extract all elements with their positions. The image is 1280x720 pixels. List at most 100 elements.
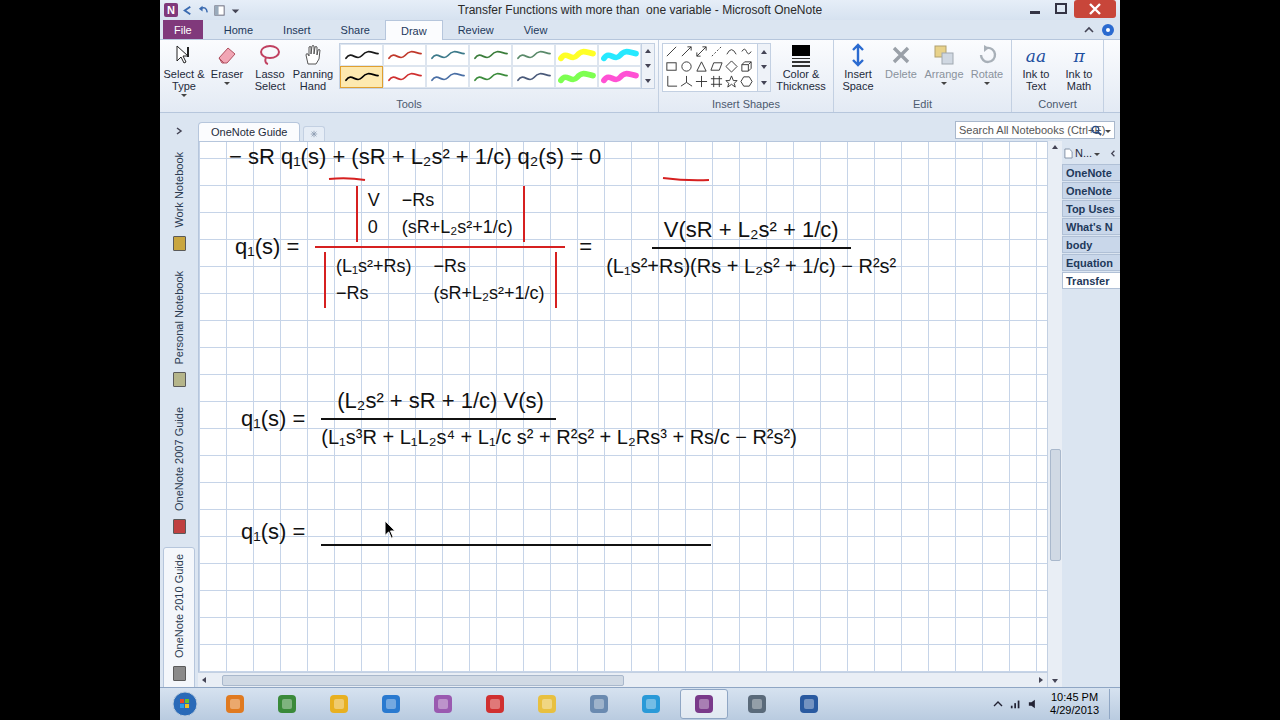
shape-icon[interactable] <box>725 75 738 88</box>
page-tab[interactable]: Equation <box>1062 254 1120 271</box>
pen-swatch[interactable] <box>426 66 469 88</box>
page-tab[interactable]: OneNote <box>1062 182 1120 199</box>
taskbar-app[interactable] <box>316 690 362 718</box>
scroll-down-arrow[interactable] <box>1052 679 1058 683</box>
shape-icon[interactable] <box>710 45 723 58</box>
gallery-scroll[interactable] <box>757 44 770 91</box>
collapse-ribbon-icon[interactable] <box>1082 23 1096 37</box>
convert-button[interactable]: π Ink to Math <box>1058 43 1100 92</box>
edit-button[interactable]: Rotate <box>966 43 1008 85</box>
ribbon-tab[interactable]: File <box>163 20 203 39</box>
show-desktop-button[interactable] <box>1109 689 1120 719</box>
taskbar-app[interactable] <box>264 690 310 718</box>
highlighter-swatch[interactable] <box>598 44 641 66</box>
shape-icon[interactable] <box>725 45 738 58</box>
help-icon[interactable] <box>1101 23 1115 37</box>
shape-icon[interactable] <box>680 60 693 73</box>
highlighter-swatch[interactable] <box>555 44 598 66</box>
close-icon[interactable] <box>1074 0 1116 18</box>
scroll-right-arrow[interactable] <box>1039 677 1043 683</box>
shape-icon[interactable] <box>665 75 678 88</box>
scroll-thumb[interactable] <box>222 675 624 686</box>
pen-swatch[interactable] <box>469 66 512 88</box>
tray-expand-icon[interactable] <box>992 698 1004 710</box>
shape-icon[interactable] <box>665 45 678 58</box>
tool-button[interactable]: Panning Hand <box>292 43 334 92</box>
customize-icon[interactable] <box>229 4 242 17</box>
taskbar-app[interactable] <box>734 690 780 718</box>
gallery-scroll[interactable] <box>641 44 654 88</box>
highlighter-swatch[interactable] <box>555 66 598 88</box>
expand-navigation-icon[interactable] <box>174 126 184 136</box>
shape-icon[interactable] <box>680 45 693 58</box>
pen-swatch[interactable] <box>383 66 426 88</box>
taskbar-app[interactable] <box>472 690 518 718</box>
shape-icon[interactable] <box>680 75 693 88</box>
start-button-icon[interactable] <box>172 691 198 717</box>
minimize-icon[interactable] <box>1022 0 1048 18</box>
shape-icon[interactable] <box>710 75 723 88</box>
ribbon-tab[interactable]: Insert <box>268 20 326 39</box>
pen-swatch[interactable] <box>340 44 383 66</box>
vertical-scrollbar[interactable] <box>1047 141 1062 687</box>
shape-icon[interactable] <box>740 75 753 88</box>
pen-swatch[interactable] <box>512 44 555 66</box>
taskbar-app[interactable] <box>786 690 832 718</box>
taskbar-app[interactable] <box>368 690 414 718</box>
tool-button[interactable]: Lasso Select <box>249 43 291 92</box>
page-tab[interactable]: Top Uses <box>1062 200 1120 217</box>
search-box[interactable]: Search All Notebooks (Ctrl+E) <box>955 121 1115 139</box>
shape-icon[interactable] <box>740 45 753 58</box>
section-tab[interactable]: OneNote Guide <box>198 122 300 141</box>
page-tab[interactable]: Transfer <box>1062 272 1120 289</box>
pen-swatch[interactable] <box>512 66 555 88</box>
scroll-left-arrow[interactable] <box>202 677 206 683</box>
ribbon-tab[interactable]: Share <box>326 20 385 39</box>
page-tab[interactable]: OneNote <box>1062 164 1120 181</box>
convert-button[interactable]: aa Ink to Text <box>1015 43 1057 92</box>
dropdown-caret[interactable] <box>224 82 230 85</box>
ribbon-tab[interactable]: Draw <box>385 20 443 40</box>
edit-button[interactable]: Arrange <box>923 43 965 85</box>
shape-icon[interactable] <box>710 60 723 73</box>
pen-swatch[interactable] <box>426 44 469 66</box>
pen-swatch[interactable] <box>340 66 383 88</box>
maximize-icon[interactable] <box>1048 0 1074 18</box>
clock[interactable]: 10:45 PM 4/29/2013 <box>1046 691 1103 717</box>
shape-icon[interactable] <box>725 60 738 73</box>
app-logo[interactable]: N <box>164 3 178 17</box>
search-scope-caret[interactable] <box>1105 130 1111 133</box>
back-icon[interactable] <box>181 4 194 17</box>
tool-button[interactable]: Select & Type <box>163 43 205 97</box>
taskbar-app[interactable] <box>524 690 570 718</box>
taskbar-app[interactable] <box>212 690 258 718</box>
scroll-up-arrow[interactable] <box>1052 145 1058 149</box>
collapse-page-tabs-icon[interactable] <box>1109 149 1118 158</box>
scroll-thumb[interactable] <box>1050 449 1061 561</box>
shape-icon[interactable] <box>695 45 708 58</box>
ribbon-tab[interactable]: Review <box>443 20 509 39</box>
pen-swatch[interactable] <box>383 44 426 66</box>
dock-icon[interactable] <box>213 4 226 17</box>
new-section-tab[interactable] <box>303 126 325 141</box>
notebook-item[interactable]: OneNote 2007 Guide <box>163 400 195 547</box>
tool-button[interactable]: Eraser <box>206 43 248 85</box>
volume-icon[interactable] <box>1028 698 1040 710</box>
ribbon-tab[interactable]: Home <box>209 20 268 39</box>
taskbar-app[interactable] <box>628 690 674 718</box>
undo-icon[interactable] <box>197 4 210 17</box>
pen-swatch[interactable] <box>469 44 512 66</box>
edit-button[interactable]: Delete <box>880 43 922 80</box>
taskbar-app[interactable] <box>420 690 466 718</box>
horizontal-scrollbar[interactable] <box>198 672 1047 687</box>
dropdown-caret[interactable] <box>181 94 187 97</box>
note-page[interactable]: − sR q₁(s) + (sR + L₂s² + 1/c) q₂(s) = 0… <box>198 141 1047 672</box>
page-tab[interactable]: What's N <box>1062 218 1120 235</box>
ribbon-tab[interactable]: View <box>509 20 563 39</box>
shape-icon[interactable] <box>740 60 753 73</box>
network-icon[interactable] <box>1010 698 1022 710</box>
edit-button[interactable]: Insert Space <box>837 43 879 92</box>
shape-icon[interactable] <box>695 60 708 73</box>
taskbar-app[interactable] <box>680 689 728 719</box>
shape-icon[interactable] <box>695 75 708 88</box>
